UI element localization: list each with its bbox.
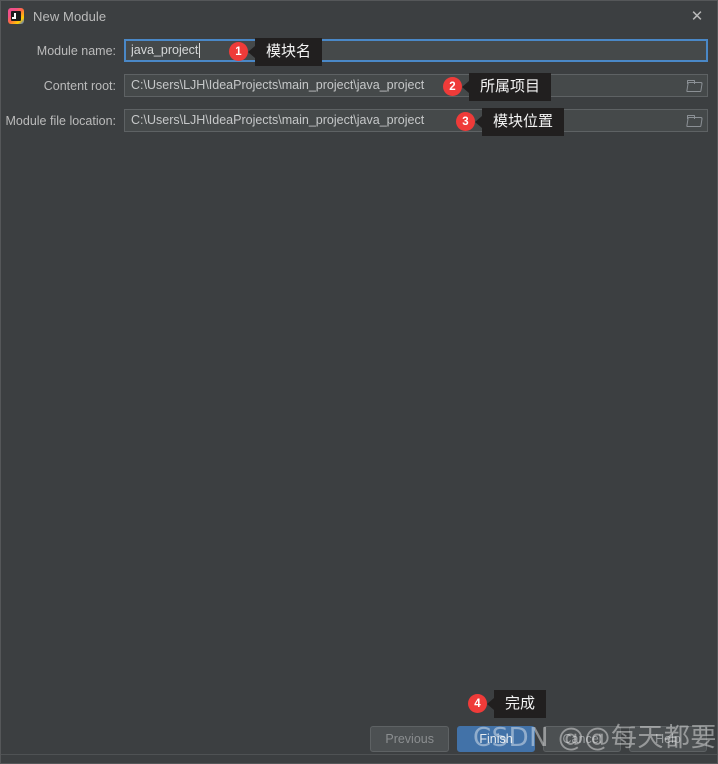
folder-icon [687,115,701,126]
finish-button[interactable]: Finish [457,726,535,752]
close-icon[interactable]: ✕ [675,1,717,31]
module-file-location-input[interactable] [124,109,708,132]
previous-button[interactable]: Previous [370,726,449,752]
content-root-label: Content root: [43,78,116,93]
module-form: Module name: Content root: Module file l… [1,39,717,144]
cancel-button[interactable]: Cancel [543,726,621,752]
annotation-badge-4: 4 [468,694,487,713]
annotation-tooltip-4: 完成 [486,690,547,719]
intellij-idea-icon [8,8,24,24]
annotation-badge-2: 2 [443,77,462,96]
form-row-module-name: Module name: [1,39,717,62]
module-name-field-wrap [124,39,708,62]
module-name-input[interactable] [124,39,708,62]
footer-divider [1,754,717,755]
form-row-module-file-location: Module file location: [1,109,717,132]
annotation-tooltip-3: 模块位置 [474,108,565,137]
content-root-field-wrap [124,74,708,97]
module-file-location-browse-button[interactable] [681,110,707,131]
annotation-badge-1: 1 [229,42,248,61]
title-bar: New Module ✕ [1,1,717,31]
folder-icon [687,80,701,91]
module-file-location-field-wrap [124,109,708,132]
module-name-label: Module name: [36,43,116,58]
dialog-footer: Previous Finish Cancel Help [1,724,717,754]
content-root-input[interactable] [124,74,708,97]
help-button[interactable]: Help [629,726,707,752]
annotation-tooltip-2: 所属项目 [461,73,552,102]
annotation-tooltip-1: 模块名 [247,38,323,67]
new-module-dialog: New Module ✕ Module name: Content root: … [0,0,718,764]
annotation-badge-3: 3 [456,112,475,131]
content-root-browse-button[interactable] [681,75,707,96]
text-caret [199,43,200,58]
window-title: New Module [33,8,107,24]
module-file-location-label: Module file location: [5,113,116,128]
form-row-content-root: Content root: [1,74,717,97]
